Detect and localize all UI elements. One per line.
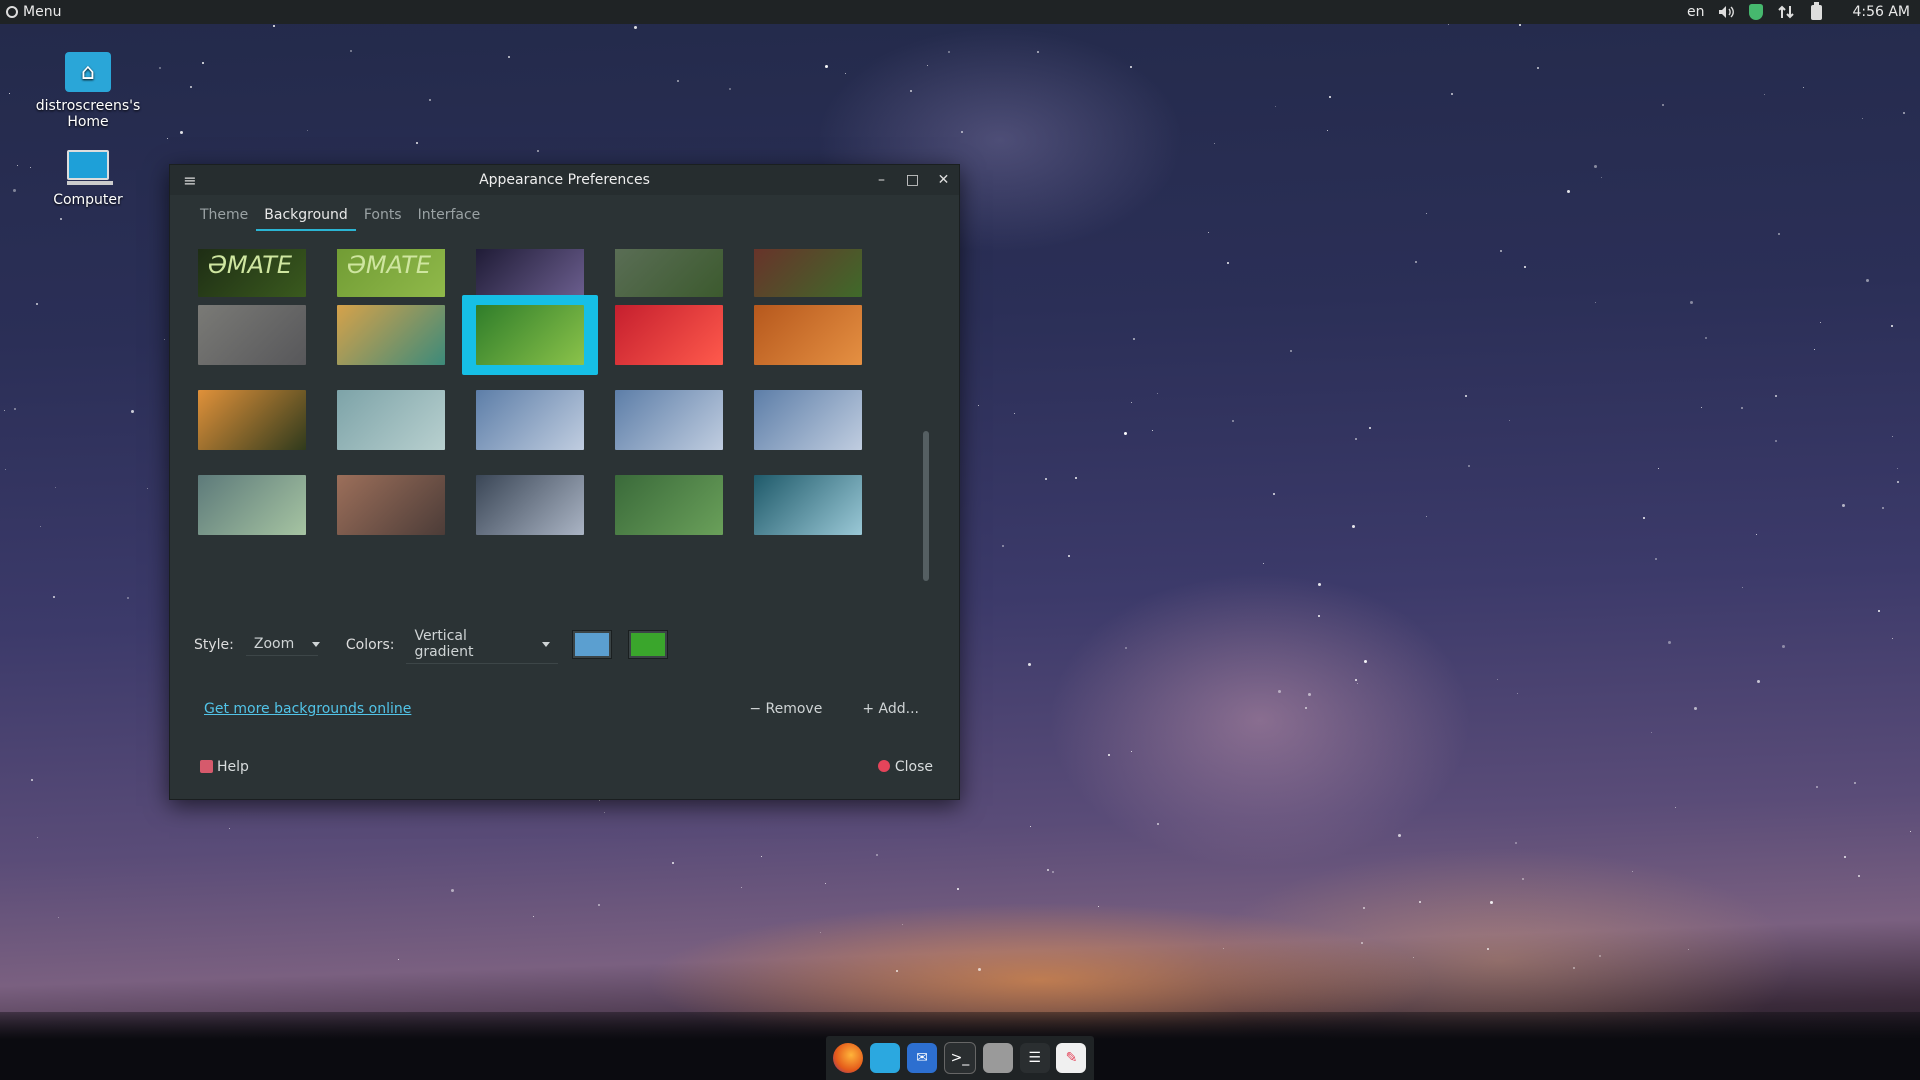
- main-menu-button[interactable]: Menu: [0, 0, 67, 24]
- colors-label: Colors:: [345, 636, 395, 653]
- chevron-down-icon: [542, 641, 551, 647]
- style-label: Style:: [194, 636, 234, 653]
- terminal-icon[interactable]: >_: [943, 1042, 976, 1074]
- firefox-icon[interactable]: [833, 1043, 864, 1073]
- colors-value: Vertical gradient: [414, 628, 474, 660]
- system-tray: en 4:56 AM: [1687, 1, 1920, 20]
- close-icon: [877, 760, 890, 772]
- background-options: Style: Zoom Colors: Vertical gradient: [194, 625, 669, 664]
- wallpaper-thumb-brick-wall[interactable]: [198, 305, 306, 365]
- top-panel: Menu en 4:56 AM: [0, 0, 1920, 24]
- menu-label: Menu: [23, 4, 62, 20]
- computer-icon: [67, 150, 113, 185]
- plus-icon: +: [862, 701, 875, 717]
- background-actions: Get more backgrounds online − Remove + A…: [204, 701, 919, 717]
- appearance-icon[interactable]: ✎: [1056, 1043, 1087, 1073]
- wallpaper-thumb-forest-red[interactable]: [754, 249, 862, 297]
- grid-scrollbar[interactable]: [923, 431, 929, 581]
- colors-dropdown[interactable]: Vertical gradient: [406, 625, 559, 664]
- mate-logo-icon: [6, 6, 18, 18]
- network-icon[interactable]: [1778, 4, 1795, 20]
- tab-interface[interactable]: Interface: [410, 203, 489, 231]
- tab-background[interactable]: Background: [256, 203, 356, 231]
- get-more-backgrounds-link[interactable]: Get more backgrounds online: [204, 701, 411, 717]
- wallpaper-thumb-soft-waves[interactable]: [337, 390, 445, 450]
- add-button[interactable]: + Add...: [862, 701, 919, 717]
- home-folder-icon: ⌂: [65, 52, 111, 92]
- titlebar[interactable]: ≡ Appearance Preferences – □ ✕: [170, 165, 959, 195]
- window-title: Appearance Preferences: [479, 172, 650, 188]
- secondary-color-button[interactable]: [628, 630, 669, 659]
- wallpaper-grid: ƏMATE ƏMATE: [198, 249, 898, 542]
- wallpaper-thumb-green-lines[interactable]: [615, 475, 723, 535]
- add-label: Add...: [878, 701, 919, 717]
- text-editor-icon[interactable]: [982, 1043, 1013, 1073]
- messenger-icon[interactable]: ✉: [907, 1043, 938, 1073]
- wallpaper-thumb-mate-dark[interactable]: ƏMATE: [198, 249, 306, 297]
- help-icon: [200, 760, 213, 773]
- window-menu-icon[interactable]: ≡: [170, 171, 210, 190]
- wallpaper-thumb-blue-abstract-2[interactable]: [615, 390, 723, 450]
- tab-fonts[interactable]: Fonts: [356, 203, 410, 231]
- wallpaper-thumb-desert-dunes[interactable]: [754, 305, 862, 365]
- wallpaper-thumb-blue-abstract-1[interactable]: [476, 390, 584, 450]
- wallpaper-thumb-sunset-river[interactable]: [198, 390, 306, 450]
- files-icon[interactable]: [870, 1043, 901, 1073]
- mate-logo-text: ƏMATE: [208, 251, 293, 279]
- task-list-icon[interactable]: ☰: [1019, 1043, 1050, 1073]
- wallpaper-thumb-bookshelf[interactable]: [337, 475, 445, 535]
- dock: ✉ >_ ☰ ✎: [826, 1036, 1094, 1080]
- desktop-home-folder[interactable]: ⌂ distroscreens's Home: [33, 52, 143, 130]
- wallpaper-thumb-mate-green[interactable]: ƏMATE: [337, 249, 445, 297]
- close-label: Close: [894, 759, 933, 775]
- wallpaper-thumb-river-valley[interactable]: [615, 249, 723, 297]
- desktop-computer-label: Computer: [53, 192, 123, 208]
- wallpaper-thumb-blue-abstract-3[interactable]: [754, 390, 862, 450]
- volume-icon[interactable]: [1718, 4, 1735, 20]
- maximize-button[interactable]: □: [897, 172, 928, 188]
- remove-button[interactable]: − Remove: [749, 701, 822, 717]
- wallpaper-thumb-red-flowers[interactable]: [615, 305, 723, 365]
- clock[interactable]: 4:56 AM: [1852, 4, 1910, 20]
- tab-theme[interactable]: Theme: [192, 203, 256, 231]
- minimize-button[interactable]: –: [866, 172, 897, 188]
- dialog-buttons: Help Close: [200, 759, 933, 775]
- desktop-computer[interactable]: Computer: [33, 150, 143, 208]
- primary-color-button[interactable]: [572, 630, 613, 659]
- remove-label: Remove: [765, 701, 823, 717]
- desktop-home-label: distroscreens's Home: [35, 98, 141, 130]
- close-button[interactable]: Close: [877, 759, 933, 775]
- keyboard-layout-indicator[interactable]: en: [1687, 4, 1705, 20]
- style-dropdown[interactable]: Zoom: [245, 633, 321, 656]
- wallpaper-thumb-storm-sea[interactable]: [476, 475, 584, 535]
- battery-icon[interactable]: [1808, 1, 1824, 20]
- wallpaper-thumb-green-mist[interactable]: [198, 475, 306, 535]
- wallpaper-thumb-milky-way[interactable]: [476, 249, 584, 297]
- wallpaper-thumb-green-leaf[interactable]: [476, 305, 584, 365]
- shield-icon[interactable]: [1748, 4, 1764, 20]
- minus-icon: −: [749, 701, 762, 717]
- wallpaper-thumb-polygon-pattern[interactable]: [337, 305, 445, 365]
- wallpaper-thumb-cloud-sky[interactable]: [754, 475, 862, 535]
- help-button[interactable]: Help: [200, 759, 249, 775]
- help-label: Help: [217, 759, 249, 775]
- close-window-button[interactable]: ✕: [928, 172, 959, 188]
- style-value: Zoom: [253, 636, 295, 652]
- tab-bar: Theme Background Fonts Interface: [170, 203, 959, 231]
- chevron-down-icon: [312, 641, 321, 647]
- appearance-preferences-window: ≡ Appearance Preferences – □ ✕ Theme Bac…: [169, 164, 960, 800]
- mate-logo-text: ƏMATE: [347, 251, 432, 279]
